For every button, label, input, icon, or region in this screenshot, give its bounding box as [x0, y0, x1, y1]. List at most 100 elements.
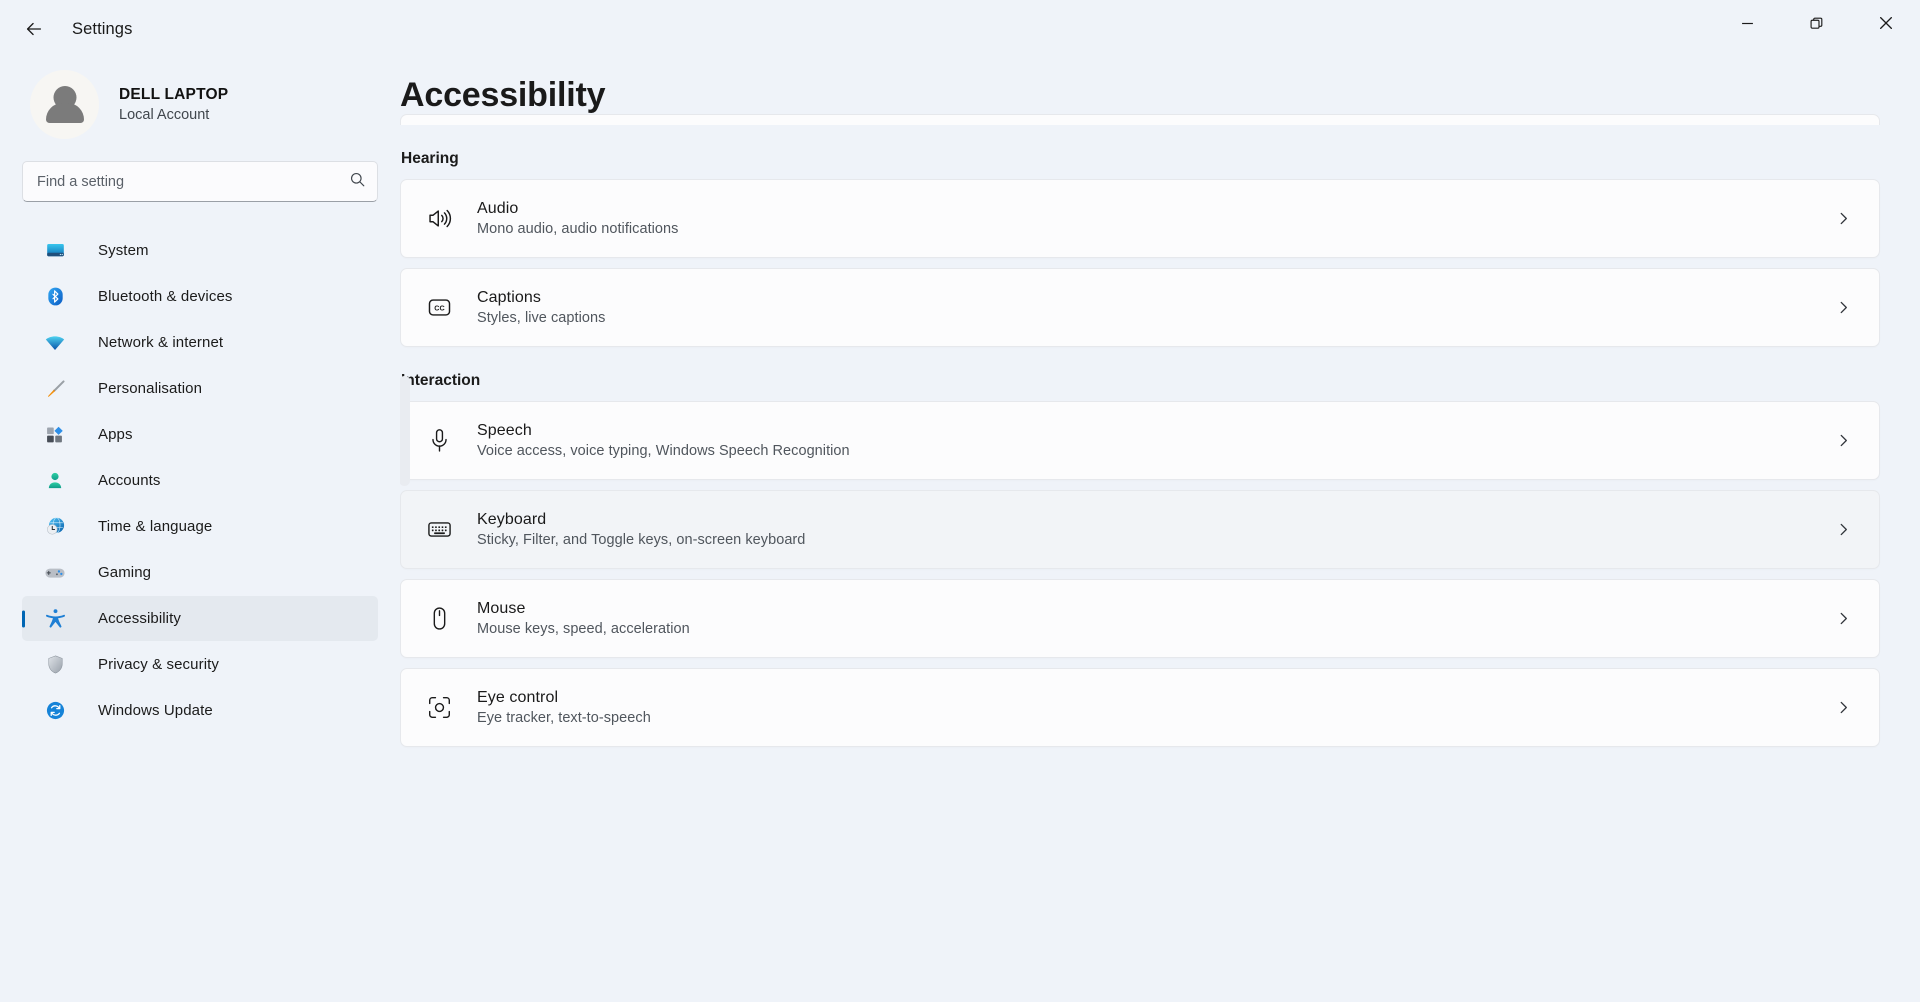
account-subtitle: Local Account — [119, 107, 210, 123]
restore-button[interactable] — [1782, 0, 1851, 46]
chevron-right-icon — [1828, 211, 1858, 226]
setting-title: Audio — [477, 200, 519, 217]
sidebar-item-label: Privacy & security — [98, 656, 219, 673]
sidebar-item-label: Time & language — [98, 518, 213, 535]
sidebar-item-apps[interactable]: Apps — [22, 412, 378, 457]
card-text: Eye control Eye tracker, text-to-speech — [477, 689, 1828, 726]
sidebar-item-system[interactable]: System — [22, 228, 378, 273]
sidebar-item-accessibility[interactable]: Accessibility — [22, 596, 378, 641]
chevron-right-icon — [1828, 300, 1858, 315]
setting-title: Speech — [477, 422, 532, 439]
card-text: Captions Styles, live captions — [477, 289, 1828, 326]
avatar — [30, 70, 99, 139]
title-bar: Settings — [0, 0, 1920, 58]
account-summary[interactable]: DELL LAPTOP Local Account — [22, 58, 378, 149]
microphone-icon — [421, 427, 457, 454]
chevron-right-icon — [1828, 700, 1858, 715]
svg-text:CC: CC — [434, 303, 444, 312]
card-text: Speech Voice access, voice typing, Windo… — [477, 422, 1828, 459]
partially-scrolled-card[interactable] — [400, 114, 1880, 125]
setting-card-mouse[interactable]: Mouse Mouse keys, speed, acceleration — [400, 579, 1880, 658]
sidebar-item-label: Apps — [98, 426, 133, 443]
update-icon — [44, 700, 66, 722]
minimize-icon — [1742, 22, 1753, 24]
card-text: Audio Mono audio, audio notifications — [477, 200, 1828, 237]
section-heading-interaction: Interaction — [401, 372, 481, 389]
eye-control-icon — [421, 694, 457, 721]
chevron-right-icon — [1828, 522, 1858, 537]
sidebar-item-label: Accessibility — [98, 610, 181, 627]
close-button[interactable] — [1851, 0, 1920, 46]
sidebar-item-privacy-security[interactable]: Privacy & security — [22, 642, 378, 687]
setting-title: Eye control — [477, 689, 559, 706]
window-controls — [1713, 0, 1920, 58]
apps-icon — [44, 424, 66, 446]
search-input[interactable] — [23, 162, 377, 201]
setting-card-eye-control[interactable]: Eye control Eye tracker, text-to-speech — [400, 668, 1880, 747]
wifi-icon — [44, 332, 66, 354]
accessibility-icon — [44, 608, 66, 630]
window-title: Settings — [72, 19, 133, 38]
page-title: Accessibility — [400, 76, 606, 114]
sidebar-item-label: Bluetooth & devices — [98, 288, 233, 305]
sidebar-item-label: Network & internet — [98, 334, 224, 351]
keyboard-icon — [421, 516, 457, 543]
back-arrow-icon — [26, 22, 42, 36]
settings-list: Hearing Audio Mono audio, audio notifica… — [400, 114, 1920, 747]
account-text: DELL LAPTOP Local Account — [119, 86, 228, 123]
main-content: Accessibility Hearing Audio Mono audio, … — [400, 58, 1920, 1002]
setting-title: Keyboard — [477, 511, 547, 528]
sidebar-nav: System Bluetooth & devices Network & int… — [22, 228, 378, 733]
sidebar-item-time-language[interactable]: Time & language — [22, 504, 378, 549]
sidebar-item-label: System — [98, 242, 149, 259]
card-text: Mouse Mouse keys, speed, acceleration — [477, 600, 1828, 637]
person-icon — [44, 470, 66, 492]
restore-icon — [1810, 17, 1823, 29]
setting-title: Mouse — [477, 600, 526, 617]
setting-card-audio[interactable]: Audio Mono audio, audio notifications — [400, 179, 1880, 258]
settings-scroll-area[interactable]: Hearing Audio Mono audio, audio notifica… — [400, 114, 1920, 1002]
card-text: Keyboard Sticky, Filter, and Toggle keys… — [477, 511, 1828, 548]
setting-card-keyboard[interactable]: Keyboard Sticky, Filter, and Toggle keys… — [400, 490, 1880, 569]
setting-subtitle: Sticky, Filter, and Toggle keys, on-scre… — [477, 532, 806, 548]
sidebar-item-label: Gaming — [98, 564, 152, 581]
account-name: DELL LAPTOP — [119, 86, 229, 103]
search-box[interactable] — [22, 161, 378, 202]
settings-window: Settings DELL LAPTOP Local Account Find … — [0, 0, 1920, 1002]
sidebar-item-windows-update[interactable]: Windows Update — [22, 688, 378, 733]
sidebar-item-personalisation[interactable]: Personalisation — [22, 366, 378, 411]
chevron-right-icon — [1828, 611, 1858, 626]
sidebar-item-gaming[interactable]: Gaming — [22, 550, 378, 595]
speaker-icon — [421, 205, 457, 232]
setting-subtitle: Mono audio, audio notifications — [477, 221, 679, 237]
sidebar-item-label: Accounts — [98, 472, 161, 489]
close-icon — [1879, 16, 1892, 30]
back-button[interactable] — [14, 12, 54, 46]
setting-card-captions[interactable]: CC Captions Styles, live captions — [400, 268, 1880, 347]
setting-subtitle: Styles, live captions — [477, 310, 606, 326]
setting-subtitle: Eye tracker, text-to-speech — [477, 710, 651, 726]
sidebar-item-network-internet[interactable]: Network & internet — [22, 320, 378, 365]
mouse-icon — [421, 605, 457, 632]
chevron-right-icon — [1828, 433, 1858, 448]
sidebar-item-bluetooth-devices[interactable]: Bluetooth & devices — [22, 274, 378, 319]
paintbrush-icon — [44, 378, 66, 400]
window-body: DELL LAPTOP Local Account Find a setting… — [0, 58, 1920, 1002]
clock-globe-icon — [44, 516, 66, 538]
avatar-body-icon — [45, 103, 84, 123]
minimize-button[interactable] — [1713, 0, 1782, 46]
setting-subtitle: Voice access, voice typing, Windows Spee… — [477, 443, 850, 459]
sidebar-item-label: Personalisation — [98, 380, 203, 397]
setting-title: Captions — [477, 289, 541, 306]
monitor-icon — [44, 240, 66, 262]
shield-icon — [44, 654, 66, 676]
setting-subtitle: Mouse keys, speed, acceleration — [477, 621, 690, 637]
sidebar-item-accounts[interactable]: Accounts — [22, 458, 378, 503]
sidebar-item-label: Windows Update — [98, 702, 213, 719]
bluetooth-icon — [44, 286, 66, 308]
section-heading-hearing: Hearing — [401, 150, 459, 167]
gamepad-icon — [44, 562, 66, 584]
closed-caption-icon: CC — [421, 294, 457, 321]
setting-card-speech[interactable]: Speech Voice access, voice typing, Windo… — [400, 401, 1880, 480]
sidebar: DELL LAPTOP Local Account Find a setting… — [0, 58, 400, 1002]
